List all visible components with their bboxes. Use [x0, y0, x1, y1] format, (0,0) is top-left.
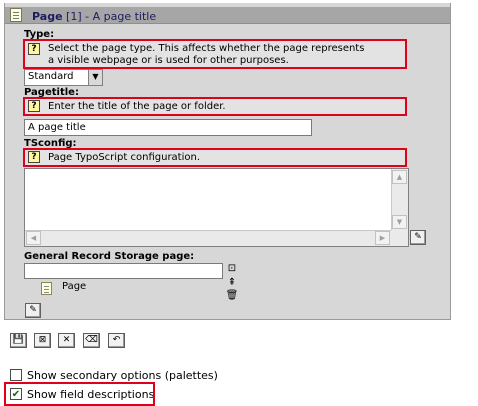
wizard-icon[interactable]: ✎	[410, 230, 426, 245]
page-type-value: Standard	[28, 71, 74, 82]
pagetitle-value: A page title	[28, 122, 86, 133]
pagetitle-label: Pagetitle:	[24, 87, 79, 98]
scroll-down-icon[interactable]: ▼	[392, 215, 407, 229]
help-icon[interactable]: ?	[28, 151, 40, 163]
scrollbar-corner	[391, 230, 408, 246]
undo-button[interactable]: ↶	[108, 333, 125, 348]
secondary-options-label[interactable]: Show secondary options (palettes)	[27, 369, 218, 382]
record-uid: [1]	[66, 10, 82, 23]
pagetitle-input[interactable]: A page title	[24, 119, 312, 136]
browse-icon[interactable]: ⊡	[225, 263, 239, 275]
top-edge	[0, 0, 478, 3]
move-top-icon[interactable]: ⇞	[225, 277, 239, 289]
delete-icon[interactable]: 🗑	[225, 290, 239, 302]
scroll-right-icon[interactable]: ▶	[375, 231, 390, 245]
type-label: Type:	[24, 29, 55, 40]
tsconfig-description-text: Page TypoScript configuration.	[48, 152, 201, 163]
page-icon	[41, 282, 52, 295]
scroll-left-icon[interactable]: ◀	[26, 231, 41, 245]
record-title: Page [1] - A page title	[32, 10, 156, 23]
close-button[interactable]: ✕	[58, 333, 75, 348]
help-icon[interactable]: ?	[28, 100, 40, 112]
wizard-icon[interactable]: ✎	[25, 303, 41, 318]
save-button[interactable]: 💾	[10, 333, 27, 348]
secondary-options-checkbox[interactable]	[10, 369, 22, 381]
record-title-text: - A page title	[85, 10, 157, 23]
page-icon	[10, 8, 22, 22]
chevron-down-icon[interactable]: ▼	[88, 70, 102, 85]
storage-selected-item[interactable]: Page	[62, 281, 86, 292]
scroll-up-icon[interactable]: ▲	[392, 170, 407, 184]
pagetitle-description-text: Enter the title of the page or folder.	[48, 101, 226, 112]
tsconfig-label: TSconfig:	[24, 138, 77, 149]
storage-label: General Record Storage page:	[24, 251, 195, 262]
type-description-line2: a visible webpage or is used for other p…	[48, 55, 289, 66]
storage-input[interactable]	[24, 263, 223, 279]
horizontal-scrollbar[interactable]	[25, 230, 391, 246]
type-description-line1: Select the page type. This affects wheth…	[48, 43, 365, 54]
save-and-close-button[interactable]: ⊠	[34, 333, 51, 348]
help-icon[interactable]: ?	[28, 43, 40, 55]
record-type: Page	[32, 10, 63, 23]
field-descriptions-label[interactable]: Show field descriptions	[27, 388, 154, 401]
field-descriptions-checkbox[interactable]: ✔	[10, 388, 22, 400]
delete-button[interactable]: ⌫	[83, 333, 100, 348]
